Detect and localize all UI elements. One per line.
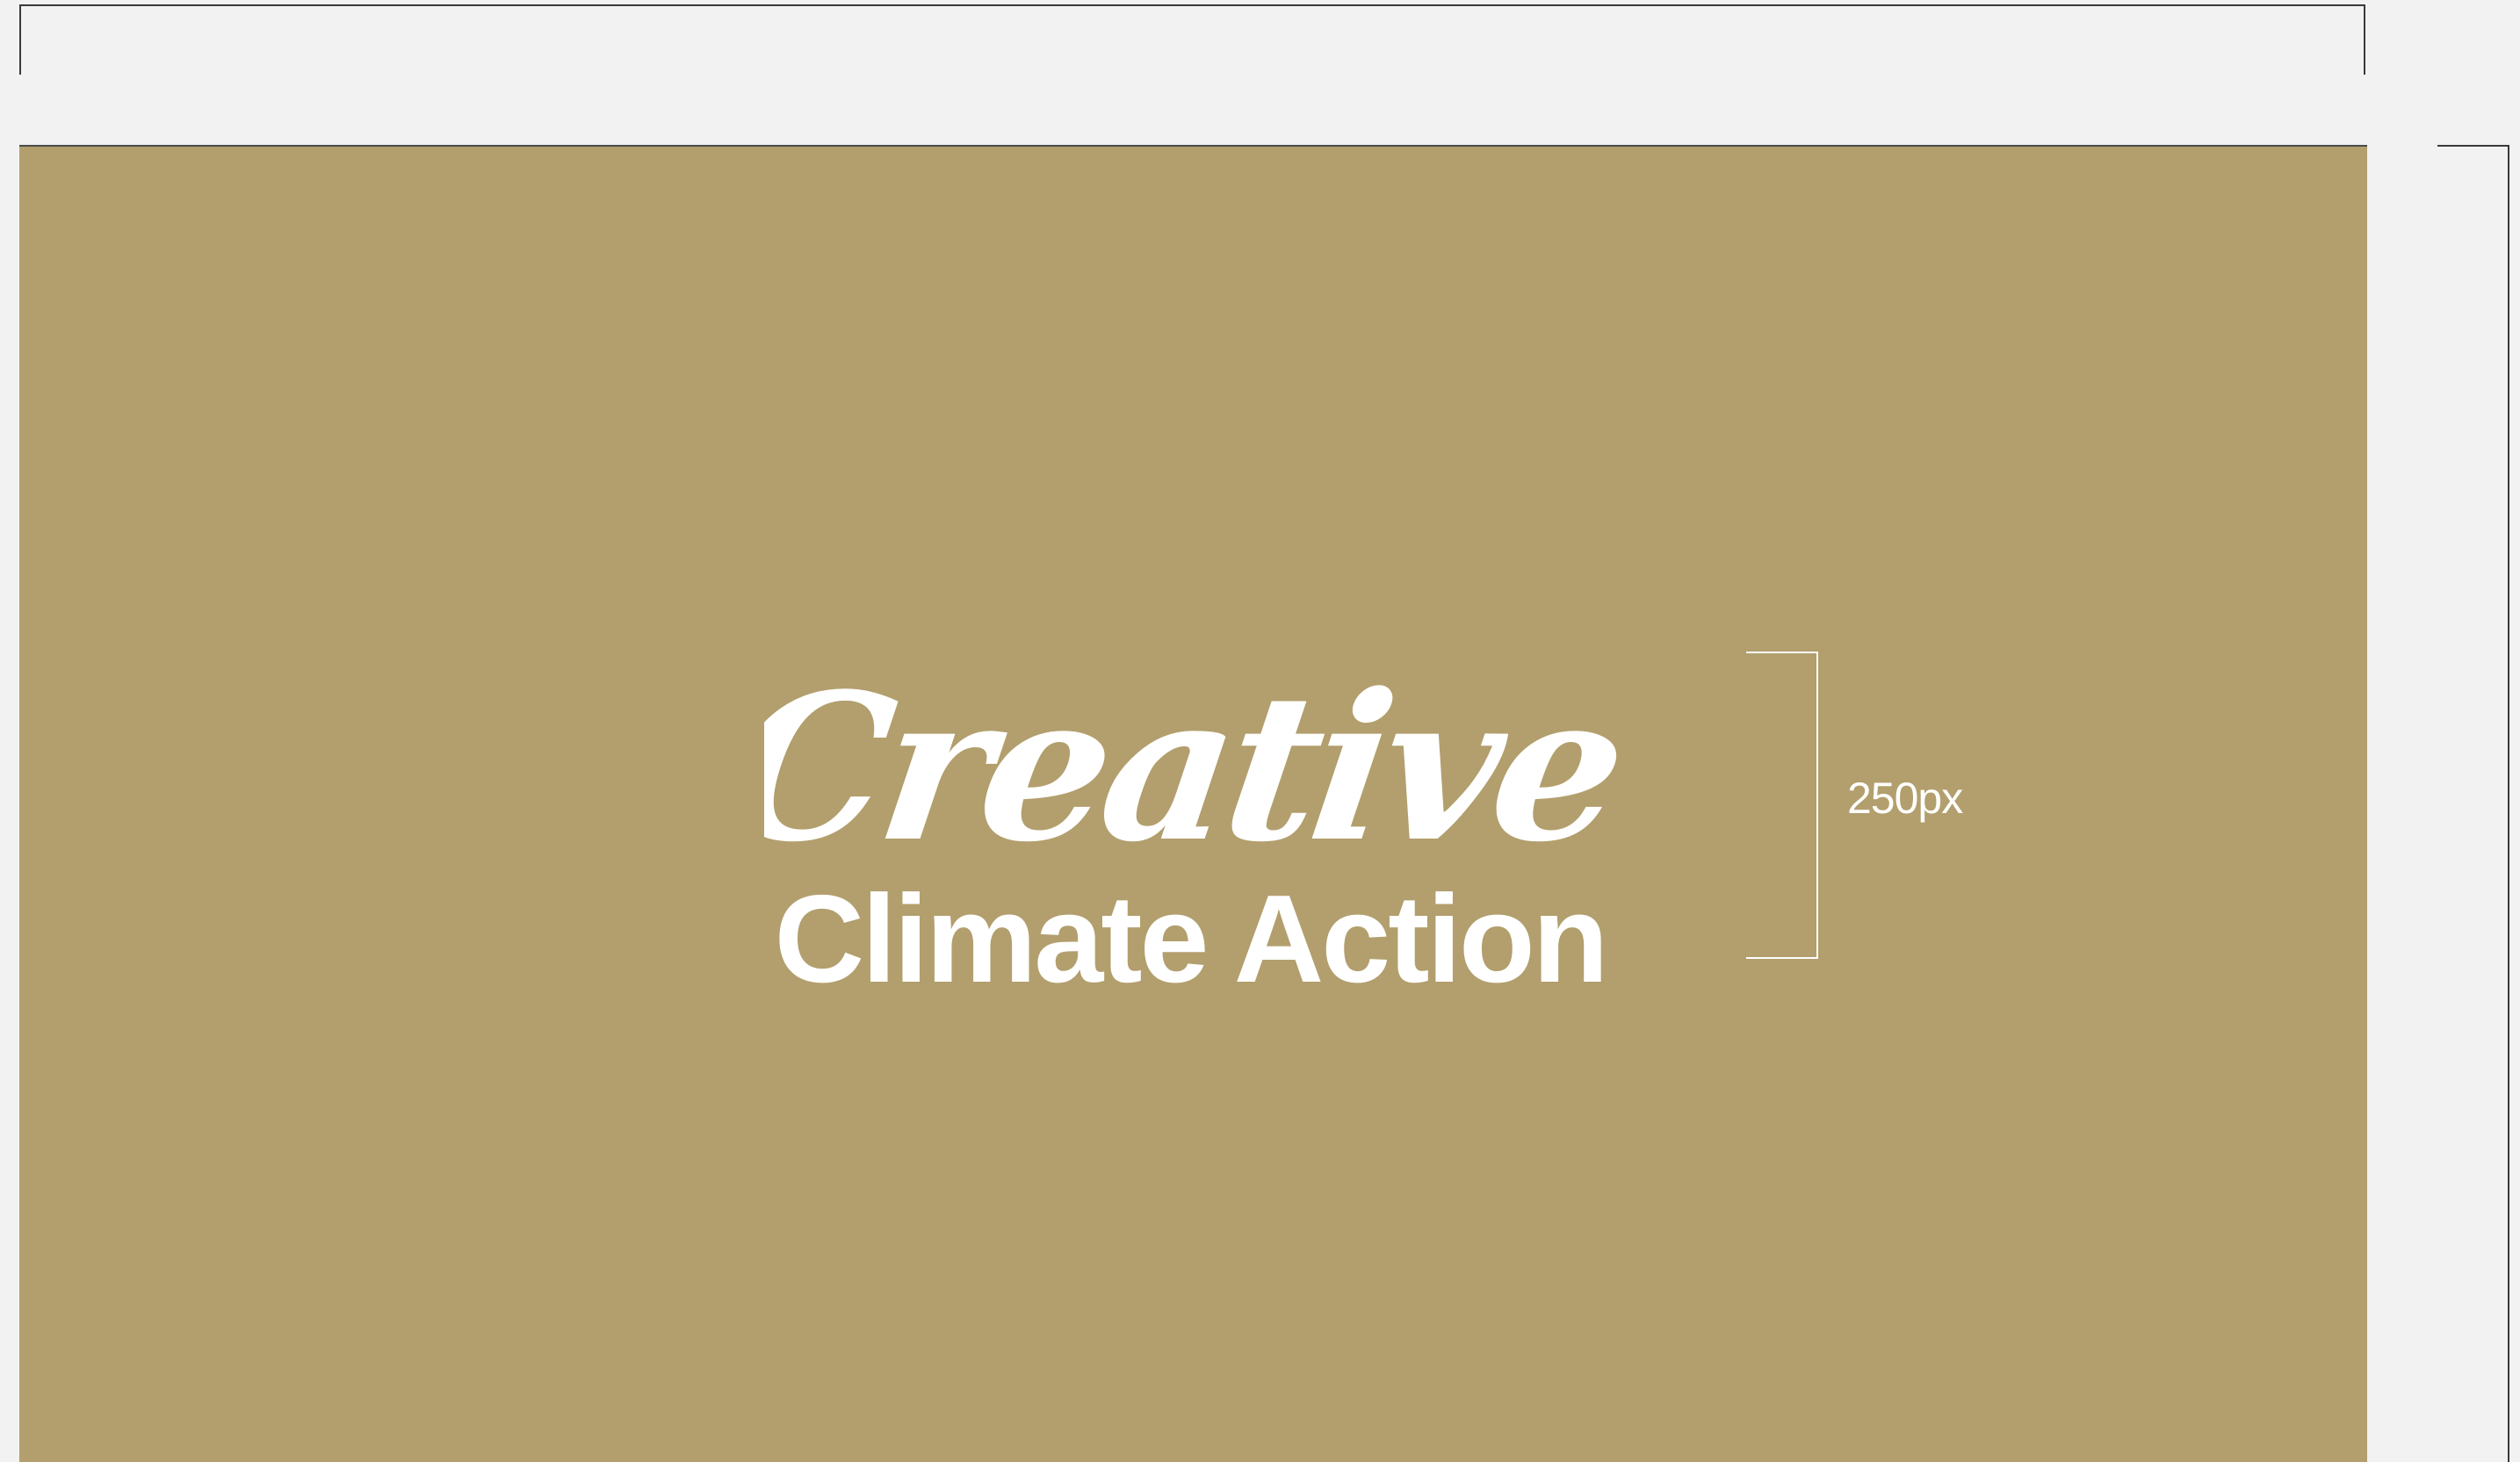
top-artboard-frame bbox=[19, 4, 2365, 75]
creative-climate-action-logo: Creative Climate Action bbox=[764, 641, 1643, 992]
height-measure-bracket bbox=[1746, 652, 1818, 959]
side-artboard-frame bbox=[2437, 145, 2509, 1462]
logo-wordmark: Climate Action bbox=[775, 869, 1607, 992]
logo-script-word: Creative bbox=[764, 649, 1633, 887]
height-measure-label: 250px bbox=[1847, 774, 1963, 823]
